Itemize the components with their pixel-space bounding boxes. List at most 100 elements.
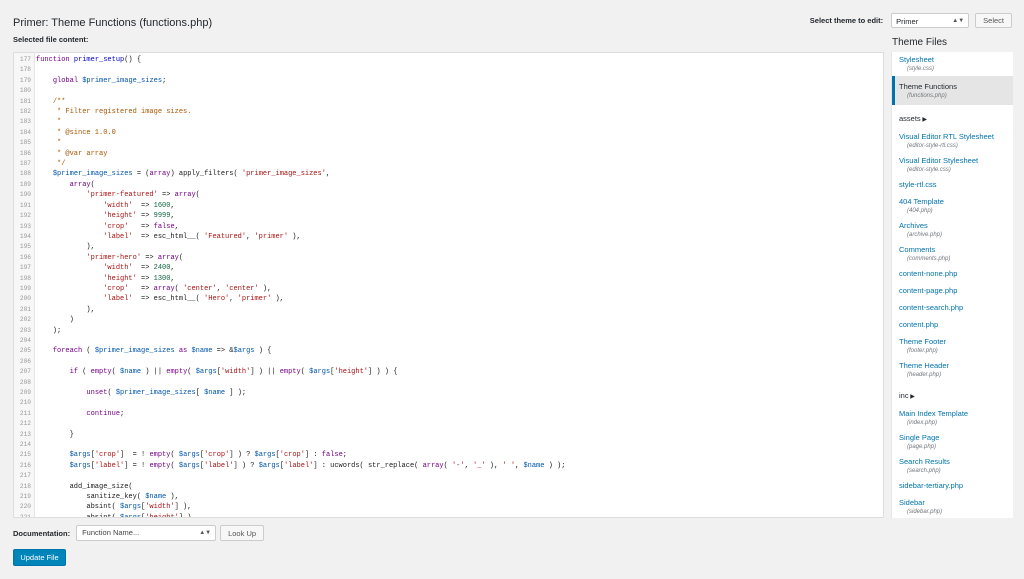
- code-line[interactable]: 217: [14, 471, 883, 481]
- look-up-button[interactable]: Look Up: [220, 525, 265, 541]
- code-line[interactable]: 196 'primer-hero' => array(: [14, 253, 883, 263]
- file-item[interactable]: Main Index Template (index.php): [892, 406, 1013, 430]
- file-item[interactable]: Archives (archive.php): [892, 218, 1013, 242]
- code-line[interactable]: 204: [14, 336, 883, 346]
- file-item[interactable]: Comments (comments.php): [892, 242, 1013, 266]
- file-link[interactable]: Sidebar: [899, 498, 1013, 508]
- file-link[interactable]: Theme Functions: [899, 82, 1013, 92]
- code-line[interactable]: 182 * Filter registered image sizes.: [14, 107, 883, 117]
- file-item[interactable]: Theme Footer (footer.php): [892, 334, 1013, 358]
- code-line[interactable]: 211 continue;: [14, 409, 883, 419]
- code-line[interactable]: 214: [14, 440, 883, 450]
- file-link[interactable]: Theme Header: [899, 361, 1013, 371]
- file-link[interactable]: Stylesheet: [899, 55, 1013, 65]
- update-file-button[interactable]: Update File: [13, 549, 66, 566]
- code-line[interactable]: 189 array(: [14, 180, 883, 190]
- file-link[interactable]: 404 Template: [899, 197, 1013, 207]
- code-line[interactable]: 203 );: [14, 326, 883, 336]
- code-line[interactable]: 194 'label' => esc_html__( 'Featured', '…: [14, 232, 883, 242]
- code-line[interactable]: 218 add_image_size(: [14, 482, 883, 492]
- file-item[interactable]: sidebar-tertiary.php: [892, 478, 1013, 495]
- line-number: 212: [19, 420, 31, 428]
- code-line[interactable]: 179 global $primer_image_sizes;: [14, 76, 883, 86]
- file-link[interactable]: Visual Editor RTL Stylesheet: [899, 132, 1013, 142]
- code-line[interactable]: 208: [14, 378, 883, 388]
- file-item[interactable]: Sidebar (sidebar.php): [892, 495, 1013, 518]
- code-line[interactable]: 178: [14, 65, 883, 75]
- folder-item-inc[interactable]: inc ▶: [892, 382, 1013, 406]
- file-link[interactable]: sidebar-tertiary.php: [899, 481, 1013, 491]
- file-link[interactable]: content-search.php: [899, 303, 1013, 313]
- code-line[interactable]: 197 'width' => 2400,: [14, 263, 883, 273]
- code-line[interactable]: 185 *: [14, 138, 883, 148]
- theme-select[interactable]: Primer ▲▼: [891, 12, 970, 28]
- file-link[interactable]: Search Results: [899, 457, 1013, 467]
- file-item[interactable]: style-rtl.css: [892, 177, 1013, 194]
- code-line[interactable]: 184 * @since 1.0.0: [14, 128, 883, 138]
- code-line[interactable]: 206: [14, 357, 883, 367]
- code-line[interactable]: 191 'width' => 1600,: [14, 201, 883, 211]
- code-line[interactable]: 192 'height' => 9999,: [14, 211, 883, 221]
- code-line[interactable]: 180: [14, 86, 883, 96]
- file-link[interactable]: Visual Editor Stylesheet: [899, 156, 1013, 166]
- code-line[interactable]: 190 'primer-featured' => array(: [14, 190, 883, 200]
- file-item[interactable]: content-search.php: [892, 300, 1013, 317]
- code-line[interactable]: 198 'height' => 1300,: [14, 274, 883, 284]
- line-number: 182: [19, 108, 31, 116]
- select-theme-button[interactable]: Select: [975, 12, 1012, 28]
- file-link[interactable]: style-rtl.css: [899, 180, 1013, 190]
- code-text: 'label' => esc_html__( 'Featured', 'prim…: [103, 232, 301, 241]
- file-item[interactable]: Visual Editor RTL Stylesheet (editor-styl…: [892, 129, 1013, 153]
- file-item[interactable]: content.php: [892, 317, 1013, 334]
- file-link[interactable]: Theme Footer: [899, 337, 1013, 347]
- code-line[interactable]: 220 absint( $args['width'] ),: [14, 502, 883, 512]
- code-line[interactable]: 186 * @var array: [14, 149, 883, 159]
- line-number: 185: [19, 139, 31, 147]
- code-line[interactable]: 207 if ( empty( $name ) || empty( $args[…: [14, 367, 883, 377]
- line-number: 204: [19, 336, 31, 344]
- code-line[interactable]: 177 function primer_setup() {: [14, 55, 883, 65]
- code-line[interactable]: 221 absint( $args['height'] ),: [14, 513, 883, 517]
- file-link[interactable]: Comments: [899, 245, 1013, 255]
- code-line[interactable]: 195 ),: [14, 242, 883, 252]
- code-text: 'primer-featured' => array(: [86, 191, 200, 200]
- code-line[interactable]: 205 foreach ( $primer_image_sizes as $na…: [14, 346, 883, 356]
- file-link[interactable]: content.php: [899, 320, 1013, 330]
- code-line[interactable]: 201 ),: [14, 305, 883, 315]
- file-link[interactable]: Main Index Template: [899, 409, 1013, 419]
- code-line[interactable]: 210: [14, 398, 883, 408]
- code-line[interactable]: 202 ): [14, 315, 883, 325]
- code-line[interactable]: 200 'label' => esc_html__( 'Hero', 'prim…: [14, 294, 883, 304]
- code-line[interactable]: 219 sanitize_key( $name ),: [14, 492, 883, 502]
- code-text: $primer_image_sizes = (array) apply_filt…: [52, 170, 331, 179]
- file-item[interactable]: content-none.php: [892, 266, 1013, 283]
- code-line[interactable]: 183 *: [14, 117, 883, 127]
- code-line[interactable]: 193 'crop' => false,: [14, 222, 883, 232]
- file-link[interactable]: Single Page: [899, 433, 1013, 443]
- file-item[interactable]: Theme Header (header.php): [892, 358, 1013, 382]
- code-editor[interactable]: 177 function primer_setup() {178 179 globa…: [13, 52, 884, 518]
- code-line[interactable]: 199 'crop' => array( 'center', 'center' …: [14, 284, 883, 294]
- file-link[interactable]: Archives: [899, 221, 1013, 231]
- file-item[interactable]: Search Results (search.php): [892, 454, 1013, 478]
- code-line[interactable]: 187 */: [14, 159, 883, 169]
- file-item[interactable]: Theme Functions (functions.php): [892, 76, 1013, 105]
- file-item[interactable]: Visual Editor Stylesheet (editor-style.cs…: [892, 153, 1013, 177]
- file-item[interactable]: Stylesheet (style.css): [892, 52, 1013, 76]
- function-name-select[interactable]: Function Name... ▲▼: [76, 525, 217, 541]
- file-link[interactable]: content-none.php: [899, 269, 1013, 279]
- code-line[interactable]: 188 $primer_image_sizes = (array) apply_…: [14, 169, 883, 179]
- code-line[interactable]: 216 $args['label'] = ! empty( $args['lab…: [14, 461, 883, 471]
- code-line[interactable]: 213 }: [14, 430, 883, 440]
- file-item[interactable]: Single Page (page.php): [892, 430, 1013, 454]
- code-line[interactable]: 181 /**: [14, 97, 883, 107]
- file-item[interactable]: content-page.php: [892, 283, 1013, 300]
- line-number: 207: [19, 368, 31, 376]
- code-line[interactable]: 212: [14, 419, 883, 429]
- file-link[interactable]: content-page.php: [899, 286, 1013, 296]
- folder-item-assets[interactable]: assets ▶: [892, 105, 1013, 129]
- code-line[interactable]: 209 unset( $primer_image_sizes[ $name ] …: [14, 388, 883, 398]
- code-line[interactable]: 215 $args['crop'] = ! empty( $args['crop…: [14, 450, 883, 460]
- code-lines[interactable]: 177 function primer_setup() {178 179 globa…: [14, 55, 883, 517]
- file-item[interactable]: 404 Template (404.php): [892, 194, 1013, 218]
